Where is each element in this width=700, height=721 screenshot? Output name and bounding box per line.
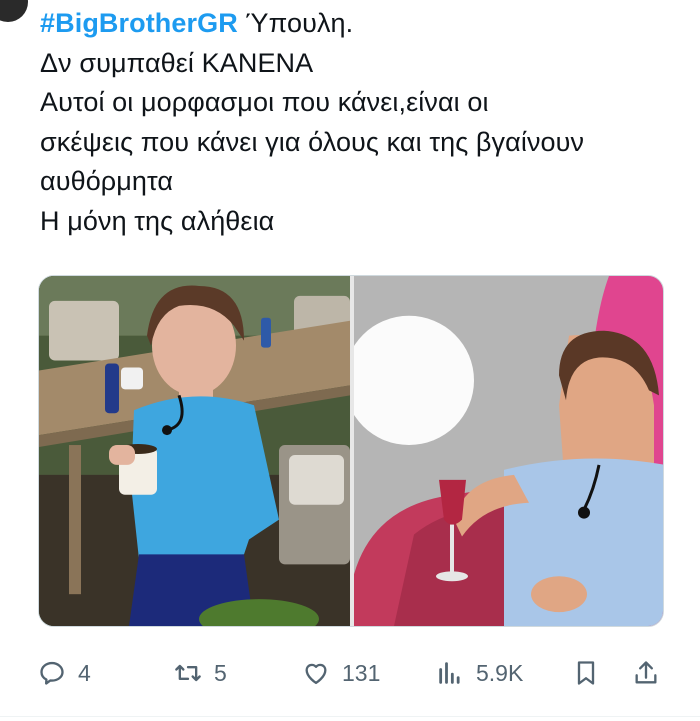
reply-button[interactable]: 4 <box>38 648 91 698</box>
tweet-line-1-text: Ύπουλη. <box>237 8 354 38</box>
hashtag-link[interactable]: #BigBrotherGR <box>40 8 238 38</box>
heart-icon <box>305 663 327 685</box>
retweet-count: 5 <box>214 659 227 686</box>
tweet-line-1: #BigBrotherGR Ύπουλη. <box>40 4 680 44</box>
tweet-action-bar: 4 5 131 5.9K <box>0 648 700 698</box>
views-chart-icon <box>439 662 460 684</box>
woman-on-pink-chair-holding-wine-image <box>354 276 663 626</box>
bookmark-icon <box>577 661 595 685</box>
tweet-line-2: Δν συμπαθεί ΚΑΝΕΝΑ <box>40 47 314 78</box>
author-avatar[interactable] <box>0 0 28 22</box>
tweet-line-6: Η μόνη της αλήθεια <box>40 205 275 236</box>
tweet-line-5: αυθόρμητα <box>40 166 174 196</box>
share-button[interactable] <box>632 648 660 698</box>
tweet-line-4: σκέψεις που κάνει για όλους και της βγαί… <box>40 126 585 157</box>
media-photo-left[interactable] <box>39 276 350 626</box>
views-button[interactable]: 5.9K <box>436 648 523 698</box>
retweet-button[interactable]: 5 <box>174 648 227 698</box>
tweet-divider <box>0 716 700 717</box>
woman-in-blue-holding-mug-image <box>39 276 350 626</box>
reply-count: 4 <box>78 659 91 686</box>
tweet-text: #BigBrotherGR Ύπουλη. Δν συμπαθεί ΚΑΝΕΝΑ… <box>40 4 680 241</box>
retweet-icon <box>175 664 201 682</box>
media-photo-right[interactable] <box>354 276 663 626</box>
views-count: 5.9K <box>476 659 524 686</box>
reply-icon <box>40 661 64 685</box>
bookmark-button[interactable] <box>572 648 600 698</box>
like-button[interactable]: 131 <box>302 648 380 698</box>
tweet-line-3: Αυτοί οι μορφασμοι που κάνει,είναι οι <box>40 87 489 117</box>
media-grid <box>38 275 664 627</box>
share-icon <box>635 661 657 684</box>
like-count: 131 <box>342 659 381 686</box>
